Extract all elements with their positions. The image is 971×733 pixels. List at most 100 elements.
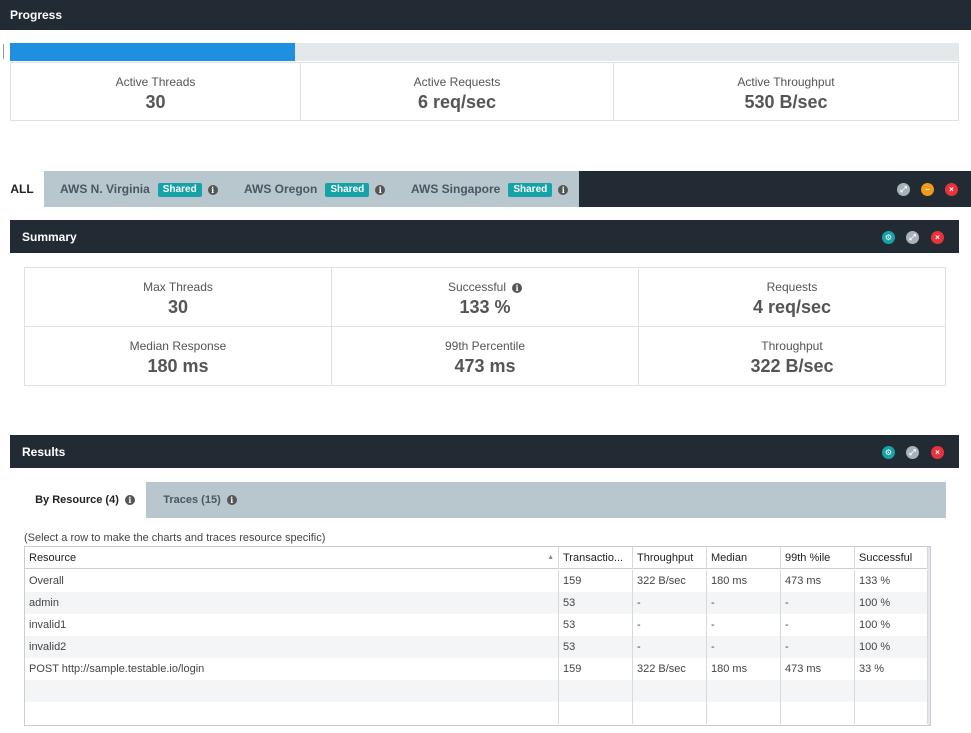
stat-median-response: Median Response 180 ms — [25, 327, 332, 385]
summary-stats: Max Threads 30 Successful i 133 % Request… — [24, 267, 946, 386]
info-icon[interactable]: i — [375, 184, 386, 195]
results-table: Resource ▲ Transactio... Throughput Media… — [24, 546, 931, 726]
stat-value: 133 % — [459, 297, 511, 317]
table-cell: 322 B/sec — [633, 570, 707, 592]
close-icon[interactable]: × — [945, 183, 958, 196]
results-tab-bar: By Resource (4) i Traces (15) i — [24, 482, 946, 518]
table-cell — [707, 702, 781, 724]
table-cell: 53 — [559, 636, 633, 658]
table-row[interactable]: POST http://sample.testable.io/login 159 3… — [25, 658, 930, 680]
stat-label: Requests — [766, 280, 818, 294]
tab-by-resource[interactable]: By Resource (4) i — [24, 482, 146, 518]
column-header-successful[interactable]: Successful — [855, 547, 928, 569]
table-cell — [25, 702, 559, 724]
close-icon[interactable]: × — [931, 446, 944, 459]
table-cell — [633, 702, 707, 724]
table-cell: - — [707, 592, 781, 614]
table-cell: 180 ms — [707, 570, 781, 592]
info-icon[interactable]: i — [512, 282, 523, 293]
table-row[interactable]: invalid1 53- - -100 % — [25, 614, 930, 636]
region-tab-strip: ALL AWS N. Virginia Shared i AWS Oregon Sha… — [0, 171, 579, 207]
column-header-median[interactable]: Median — [707, 547, 781, 569]
column-header-transactions[interactable]: Transactio... — [559, 547, 633, 569]
tab-aws-oregon[interactable]: AWS Oregon Shared i — [244, 171, 386, 207]
info-icon[interactable]: i — [207, 184, 218, 195]
column-header-99th-percentile[interactable]: 99th %ile — [781, 547, 855, 569]
table-cell: 180 ms — [707, 658, 781, 680]
stat-label: 99th Percentile — [444, 339, 526, 353]
shared-badge: Shared — [157, 182, 202, 197]
column-header-throughput[interactable]: Throughput — [633, 547, 707, 569]
stat-max-threads: Max Threads 30 — [25, 268, 332, 327]
tab-aws-singapore[interactable]: AWS Singapore Shared i — [411, 171, 569, 207]
table-row[interactable]: Overall 159 322 B/sec 180 ms 473 ms 133 % — [25, 570, 930, 592]
tab-label: AWS Singapore — [411, 182, 501, 196]
table-row[interactable]: admin 53- - -100 % — [25, 592, 930, 614]
info-icon[interactable]: i — [558, 184, 569, 195]
progress-bar — [10, 43, 959, 61]
stat-active-threads: Active Threads 30 — [11, 63, 301, 120]
stat-value: 6 req/sec — [417, 92, 497, 112]
select-row-hint: (Select a row to make the charts and tra… — [24, 532, 326, 544]
progress-stats: Active Threads 30 Active Requests 6 req/… — [10, 62, 959, 121]
table-cell — [633, 680, 707, 702]
progress-title: Progress — [10, 8, 63, 22]
shared-badge: Shared — [508, 182, 553, 197]
table-cell — [855, 702, 928, 724]
minimize-icon[interactable]: – — [921, 183, 934, 196]
stat-label: Throughput — [761, 339, 823, 353]
column-header-resource[interactable]: Resource ▲ — [25, 547, 559, 569]
info-icon[interactable]: i — [124, 495, 135, 506]
table-scrollbar[interactable] — [928, 547, 930, 725]
table-cell: 159 — [559, 658, 633, 680]
tab-label: Traces (15) — [163, 494, 221, 506]
stat-label: Active Threads — [115, 75, 196, 89]
stat-label: Max Threads — [143, 280, 213, 294]
results-title: Results — [22, 444, 66, 459]
table-cell — [559, 702, 633, 724]
table-row — [25, 680, 930, 702]
table-cell: - — [707, 614, 781, 636]
shared-badge: Shared — [325, 182, 370, 197]
stat-throughput: Throughput 322 B/sec — [639, 327, 945, 385]
table-cell: 100 % — [855, 614, 928, 636]
table-cell — [855, 680, 928, 702]
stat-active-requests: Active Requests 6 req/sec — [301, 63, 614, 120]
summary-header: Summary ⚙ ⤢ × — [10, 220, 959, 253]
table-cell: 473 ms — [781, 570, 855, 592]
table-cell: - — [633, 614, 707, 636]
stat-value: 4 req/sec — [752, 297, 832, 317]
table-cell: invalid2 — [25, 636, 559, 658]
table-row — [25, 702, 930, 724]
tab-aws-n-virginia[interactable]: AWS N. Virginia Shared i — [60, 171, 218, 207]
settings-icon[interactable]: ⚙ — [882, 446, 895, 459]
region-tab-bar: ALL AWS N. Virginia Shared i AWS Oregon Sha… — [0, 171, 971, 207]
tab-all[interactable]: ALL — [0, 171, 44, 207]
settings-icon[interactable]: ⚙ — [882, 231, 895, 244]
progress-bar-fill — [10, 43, 295, 61]
table-cell: 473 ms — [781, 658, 855, 680]
stat-requests: Requests 4 req/sec — [639, 268, 945, 327]
results-header: Results ⚙ ⤢ × — [10, 435, 959, 468]
table-cell — [781, 702, 855, 724]
close-icon[interactable]: × — [931, 231, 944, 244]
tab-traces[interactable]: Traces (15) i — [146, 482, 254, 518]
table-cell: - — [781, 636, 855, 658]
table-row[interactable]: invalid2 53- - -100 % — [25, 636, 930, 658]
sort-up-icon: ▲ — [547, 554, 554, 561]
expand-icon[interactable]: ⤢ — [906, 446, 919, 459]
table-cell: invalid1 — [25, 614, 559, 636]
expand-icon[interactable]: ⤢ — [897, 183, 910, 196]
stat-99th-percentile: 99th Percentile 473 ms — [332, 327, 639, 385]
table-cell — [707, 680, 781, 702]
table-cell: 159 — [559, 570, 633, 592]
table-cell — [559, 680, 633, 702]
table-cell: 53 — [559, 592, 633, 614]
stat-value: 322 B/sec — [750, 356, 834, 376]
expand-icon[interactable]: ⤢ — [906, 231, 919, 244]
info-icon[interactable]: i — [226, 495, 237, 506]
table-cell: 100 % — [855, 592, 928, 614]
stat-label: Median Response — [129, 339, 227, 353]
table-cell: 100 % — [855, 636, 928, 658]
stat-value: 530 B/sec — [744, 92, 828, 112]
